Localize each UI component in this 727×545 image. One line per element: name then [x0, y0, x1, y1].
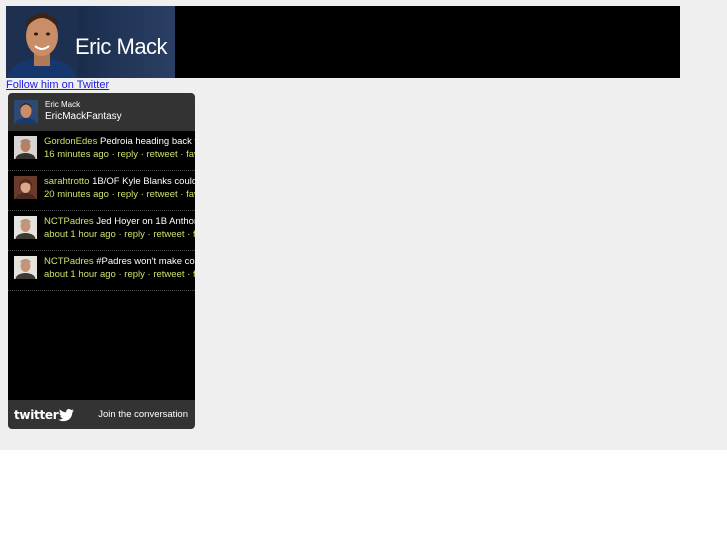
tweet-avatar[interactable]	[14, 256, 37, 279]
tweet-timestamp[interactable]: 20 minutes ago	[44, 189, 109, 200]
separator: ·	[140, 189, 144, 200]
tweet-username[interactable]: sarahtrotto	[44, 176, 89, 187]
tweet-timestamp[interactable]: about 1 hour ago	[44, 269, 116, 280]
tweet-avatar[interactable]	[14, 216, 37, 239]
separator: ·	[111, 189, 115, 200]
tweet-username[interactable]: GordonEdes	[44, 136, 97, 147]
separator: ·	[118, 269, 122, 280]
tweet-body: 1B/OF Kyle Blanks could	[92, 176, 195, 187]
tweet-username[interactable]: NCTPadres	[44, 256, 94, 267]
separator: ·	[187, 269, 191, 280]
favorite-link[interactable]: fav	[186, 149, 195, 160]
twitter-bird-icon	[58, 408, 75, 421]
twitter-wordmark: twitter	[14, 408, 59, 422]
header-banner: Eric Mack	[6, 6, 680, 78]
separator: ·	[111, 149, 115, 160]
widget-header: Eric Mack EricMackFantasy	[8, 93, 195, 131]
favorite-link[interactable]: fav	[186, 189, 195, 200]
separator: ·	[140, 149, 144, 160]
tweet-text: sarahtrotto 1B/OF Kyle Blanks could	[44, 176, 195, 187]
separator: ·	[147, 269, 151, 280]
profile-name: Eric Mack	[45, 100, 81, 109]
tweet-username[interactable]: NCTPadres	[44, 216, 94, 227]
tweet-item: NCTPadres #Padres won't make cou about 1…	[8, 251, 195, 291]
tweet-body: #Padres won't make cou	[96, 256, 195, 267]
tweet-meta: about 1 hour ago · reply · retweet · fa	[44, 229, 195, 240]
tweet-avatar[interactable]	[14, 136, 37, 159]
tweet-meta: 20 minutes ago · reply · retweet · fav	[44, 189, 195, 200]
retweet-link[interactable]: retweet	[153, 229, 184, 240]
separator: ·	[147, 229, 151, 240]
reply-link[interactable]: reply	[117, 189, 138, 200]
tweet-text: GordonEdes Pedroia heading back t	[44, 136, 195, 147]
separator: ·	[180, 189, 184, 200]
tweet-body: Pedroia heading back t	[99, 136, 195, 147]
favorite-link[interactable]: fa	[193, 269, 195, 280]
tweet-timestamp[interactable]: 16 minutes ago	[44, 149, 109, 160]
reply-link[interactable]: reply	[124, 269, 145, 280]
separator: ·	[187, 229, 191, 240]
twitter-logo[interactable]: twitter	[14, 408, 75, 422]
tweet-item: sarahtrotto 1B/OF Kyle Blanks could 20 m…	[8, 171, 195, 211]
twitter-widget: Eric Mack EricMackFantasy GordonEdes Ped…	[8, 93, 195, 429]
author-photo	[6, 6, 78, 78]
tweet-timeline[interactable]: GordonEdes Pedroia heading back t 16 min…	[8, 131, 195, 400]
tweet-text: NCTPadres Jed Hoyer on 1B Anthon	[44, 216, 195, 227]
reply-link[interactable]: reply	[124, 229, 145, 240]
tweet-text: NCTPadres #Padres won't make cou	[44, 256, 195, 267]
tweet-meta: about 1 hour ago · reply · retweet · fa	[44, 269, 195, 280]
join-conversation-link[interactable]: Join the conversation	[98, 409, 188, 420]
separator: ·	[180, 149, 184, 160]
retweet-link[interactable]: retweet	[146, 149, 177, 160]
tweet-item: GordonEdes Pedroia heading back t 16 min…	[8, 131, 195, 171]
tweet-timestamp[interactable]: about 1 hour ago	[44, 229, 116, 240]
tweet-body: Jed Hoyer on 1B Anthon	[96, 216, 195, 227]
tweet-item: NCTPadres Jed Hoyer on 1B Anthon about 1…	[8, 211, 195, 251]
profile-avatar[interactable]	[14, 100, 38, 124]
widget-footer: twitter Join the conversation	[8, 400, 195, 429]
banner-photo-area: Eric Mack	[6, 6, 175, 78]
tweet-meta: 16 minutes ago · reply · retweet · fav	[44, 149, 195, 160]
separator: ·	[118, 229, 122, 240]
banner-title: Eric Mack	[75, 34, 168, 59]
profile-handle[interactable]: EricMackFantasy	[45, 111, 122, 122]
tweet-avatar[interactable]	[14, 176, 37, 199]
follow-on-twitter-link[interactable]: Follow him on Twitter	[6, 79, 109, 91]
retweet-link[interactable]: retweet	[153, 269, 184, 280]
reply-link[interactable]: reply	[117, 149, 138, 160]
retweet-link[interactable]: retweet	[146, 189, 177, 200]
favorite-link[interactable]: fa	[193, 229, 195, 240]
